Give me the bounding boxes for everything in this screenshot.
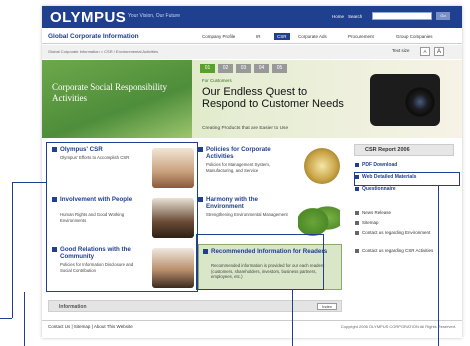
nav-group-companies[interactable]: Group Companies [396,34,433,39]
callout-box-web-materials [354,172,460,186]
hero-tab-01[interactable]: 01 [200,64,215,73]
olympus-logo[interactable]: OLYMPUS [50,9,126,26]
card-title[interactable]: Policies for Corporate Activities [206,146,286,160]
nav-company-profile[interactable]: Company Profile [202,34,235,39]
leader-line [292,290,293,346]
news-release-link[interactable]: News Release [354,210,454,216]
home-link[interactable]: Home [332,14,344,19]
hero-tab-02[interactable]: 02 [218,64,233,73]
top-header-bar: OLYMPUS Your Vision, Our Future Home Sea… [42,6,462,28]
hero-subtitle: Creating Products that are Easier to Use [202,126,289,131]
card-policies[interactable]: Policies for Corporate Activities Polici… [198,146,342,196]
search-go-button[interactable]: Go [436,12,450,20]
hero-category: For Customers [202,78,232,83]
breadcrumb-row: Global Corporate Information > CSR / Env… [42,45,462,59]
card-title[interactable]: Harmony with the Environment [206,196,286,210]
breadcrumb[interactable]: Global Corporate Information > CSR / Env… [48,49,158,54]
tagline: Your Vision, Our Future [128,13,180,19]
site-title[interactable]: Global Corporate Information [48,33,139,40]
hero-banner: Corporate Social Responsibility Activiti… [42,60,462,138]
page-footer: Contact Us | Sitemap | About This Websit… [42,320,462,332]
pdf-download-link[interactable]: PDF Download [354,162,454,168]
contact-environment-link[interactable]: Contact us regarding Environment [354,230,454,236]
card-text: Strengthening Environmental Management [206,212,288,217]
leader-line [12,182,46,183]
csr-report-sidebar: CSR Report 2006 PDF Download Web Detaile… [354,144,454,304]
hero-headline[interactable]: Our Endless Quest to Respond to Customer… [202,86,352,110]
nav-corporate-ads[interactable]: Corporate Ads [298,34,327,39]
questionnaire-link[interactable]: Questionnaire [354,186,454,192]
hero-tab-05[interactable]: 05 [272,64,287,73]
global-nav: Global Corporate Information Company Pro… [42,30,462,44]
leader-line [12,302,13,318]
compass-photo [304,148,340,184]
nav-procurement[interactable]: Procurement [348,34,374,39]
hero-green-panel: Corporate Social Responsibility Activiti… [42,60,192,138]
bullet-icon [198,197,203,202]
footer-links[interactable]: Contact Us | Sitemap | About This Websit… [48,324,133,329]
leader-line [0,318,12,319]
callout-box-topics [46,142,198,292]
nav-ir[interactable]: IR [256,34,261,39]
bullet-icon [198,147,203,152]
callout-box-recommended [196,234,324,290]
leaves-photo [298,198,340,238]
leader-line [12,182,13,302]
text-size-label: Text size [392,48,410,53]
information-bar: Information Index [48,300,342,312]
nav-csr[interactable]: CSR [274,33,290,40]
camera-lens-glass [412,94,428,110]
hero-section-title: Corporate Social Responsibility Activiti… [52,82,167,103]
text-size-large-button[interactable]: A [434,47,444,56]
information-label: Information [59,304,87,310]
information-index-button[interactable]: Index [317,303,337,310]
sitemap-link[interactable]: Sitemap [354,220,454,226]
leader-line [24,292,25,346]
hero-tab-03[interactable]: 03 [236,64,251,73]
contact-csr-link[interactable]: Contact us regarding CSR Activities [354,248,454,254]
search-label: Search [348,14,363,19]
hero-tab-04[interactable]: 04 [254,64,269,73]
card-text: Policies for Management System, Manufact… [206,162,271,173]
search-input[interactable] [372,12,432,20]
text-size-small-button[interactable]: A [420,47,430,56]
leader-line [438,186,439,346]
csr-report-heading[interactable]: CSR Report 2006 [354,144,454,156]
